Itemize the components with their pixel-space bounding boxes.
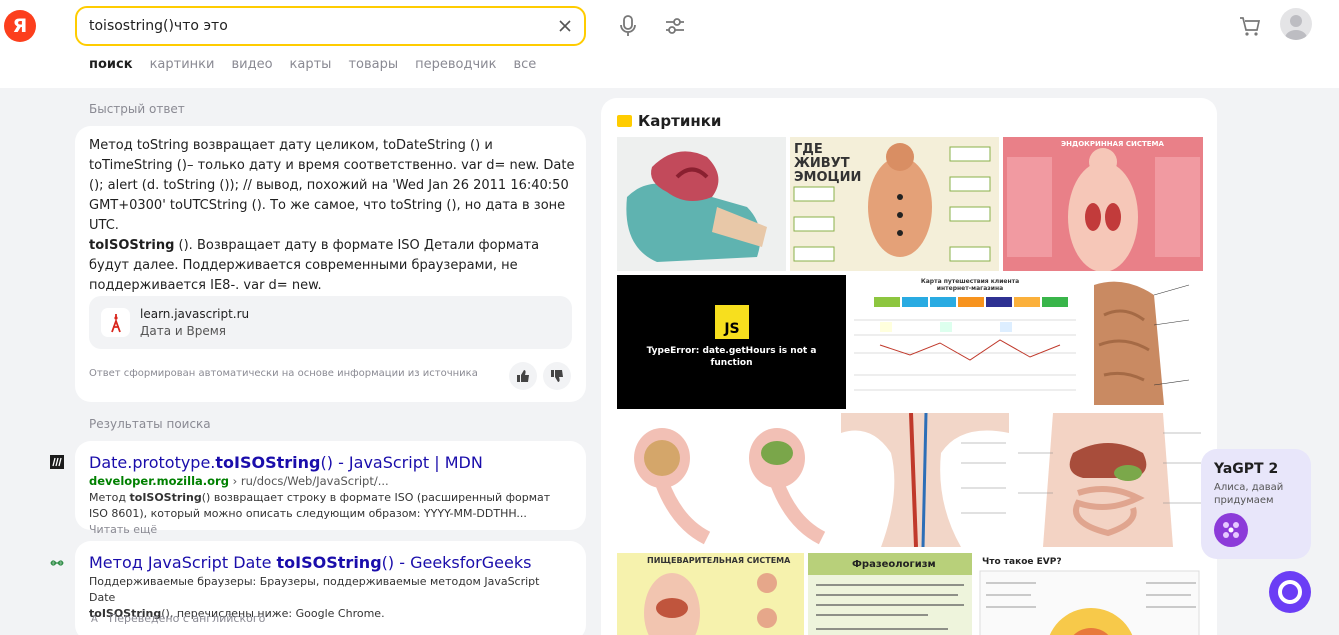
image-thumb[interactable] <box>617 137 786 271</box>
settings-sliders-icon[interactable] <box>664 15 686 37</box>
tab-products[interactable]: товары <box>348 57 398 77</box>
yagpt-widget[interactable]: YaGPT 2 Алиса, давай придумаем <box>1201 449 1311 559</box>
geeksforgeeks-favicon-icon <box>50 560 64 566</box>
auto-note: Ответ сформирован автоматически на основ… <box>89 368 478 379</box>
tab-video[interactable]: видео <box>231 57 272 77</box>
clear-icon[interactable] <box>556 17 574 35</box>
search-input[interactable] <box>89 16 529 36</box>
image-caption: Карта путешествия клиента интернет-магаз… <box>920 278 1020 292</box>
thumbs-up-icon <box>517 370 529 382</box>
image-thumb[interactable] <box>617 413 837 547</box>
image-caption: ЭНДОКРИННАЯ СИСТЕМА <box>1061 140 1164 148</box>
search-result: Метод JavaScript Date toISOString() - Ge… <box>75 541 586 635</box>
learn-js-logo-icon <box>101 308 130 337</box>
search-result: Date.prototype.toISOString() - JavaScrip… <box>75 441 586 536</box>
quick-answer-label: Быстрый ответ <box>89 102 185 116</box>
image-caption: Что такое EVP? <box>982 557 1062 567</box>
tab-search[interactable]: поиск <box>89 57 133 77</box>
image-caption: ГДЕ ЖИВУТ ЭМОЦИИ <box>794 142 862 185</box>
header: Я поиск картинки видео карты товары пере… <box>0 0 1339 88</box>
images-title[interactable]: Картинки <box>617 112 721 130</box>
user-icon <box>1285 15 1307 40</box>
svg-text:A: A <box>91 614 98 624</box>
alice-button[interactable] <box>1269 571 1311 613</box>
result-snippet: Метод toISOString() возвращает строку в … <box>89 491 551 536</box>
mdn-favicon-icon <box>50 455 64 469</box>
yagpt-title: YaGPT 2 <box>1214 461 1279 477</box>
image-thumb[interactable]: JS TypeError: date.getHours is not a fun… <box>617 275 846 409</box>
tab-translator[interactable]: переводчик <box>415 57 496 77</box>
image-caption: TypeError: date.getHours is not a functi… <box>646 346 817 368</box>
source-title: Дата и Время <box>140 324 227 338</box>
image-thumb[interactable] <box>1084 275 1203 409</box>
tab-maps[interactable]: карты <box>290 57 332 77</box>
yandex-logo[interactable]: Я <box>4 10 36 42</box>
result-title-link[interactable]: Date.prototype.toISOString() - JavaScrip… <box>89 453 483 472</box>
quick-answer-card: Метод toString возвращает дату целиком, … <box>75 126 586 402</box>
answer-source[interactable]: learn.javascript.ru Дата и Время <box>89 296 572 349</box>
yagpt-icon <box>1214 513 1248 547</box>
image-thumb[interactable]: ГДЕ ЖИВУТ ЭМОЦИИ <box>790 137 999 271</box>
image-thumb[interactable]: Фразеологизм <box>808 553 972 635</box>
image-thumb[interactable]: Что такое EVP? <box>976 553 1203 635</box>
js-logo-icon: JS <box>715 305 749 339</box>
image-thumb[interactable]: Карта путешествия клиента интернет-магаз… <box>850 275 1080 409</box>
dislike-button[interactable] <box>543 362 571 390</box>
cart-icon[interactable] <box>1238 15 1262 37</box>
translate-icon: A <box>91 614 98 624</box>
image-thumb[interactable]: ПИЩЕВАРИТЕЛЬНАЯ СИСТЕМА <box>617 553 804 635</box>
images-icon <box>617 115 632 127</box>
tab-images[interactable]: картинки <box>150 57 215 77</box>
results-label: Результаты поиска <box>89 417 211 431</box>
result-url[interactable]: developer.mozilla.org › ru/docs/Web/Java… <box>89 474 389 488</box>
tab-all[interactable]: все <box>513 57 536 77</box>
image-caption: Фразеологизм <box>852 559 936 570</box>
result-title-link[interactable]: Метод JavaScript Date toISOString() - Ge… <box>89 553 531 572</box>
avatar[interactable] <box>1280 8 1312 40</box>
image-caption: ПИЩЕВАРИТЕЛЬНАЯ СИСТЕМА <box>647 556 791 565</box>
microphone-icon[interactable] <box>617 14 639 38</box>
read-more-link[interactable]: Читать ещё <box>89 523 157 536</box>
search-tabs: поиск картинки видео карты товары перево… <box>89 57 553 77</box>
alice-icon <box>1278 580 1302 604</box>
like-button[interactable] <box>509 362 537 390</box>
image-thumb[interactable] <box>1013 413 1203 547</box>
images-panel: Картинки ГДЕ ЖИВУТ ЭМОЦИИ ЭНДОКРИННАЯ СИ… <box>601 98 1217 635</box>
source-domain: learn.javascript.ru <box>140 307 250 321</box>
yagpt-subtitle: Алиса, давай придумаем <box>1214 482 1284 506</box>
quick-answer-text: Метод toString возвращает дату целиком, … <box>89 138 575 293</box>
image-thumb[interactable]: ЭНДОКРИННАЯ СИСТЕМА <box>1003 137 1203 271</box>
thumbs-down-icon <box>551 370 563 382</box>
translated-note: Переведено с английского <box>109 612 266 625</box>
search-box <box>75 6 586 46</box>
image-thumb[interactable] <box>841 413 1009 547</box>
